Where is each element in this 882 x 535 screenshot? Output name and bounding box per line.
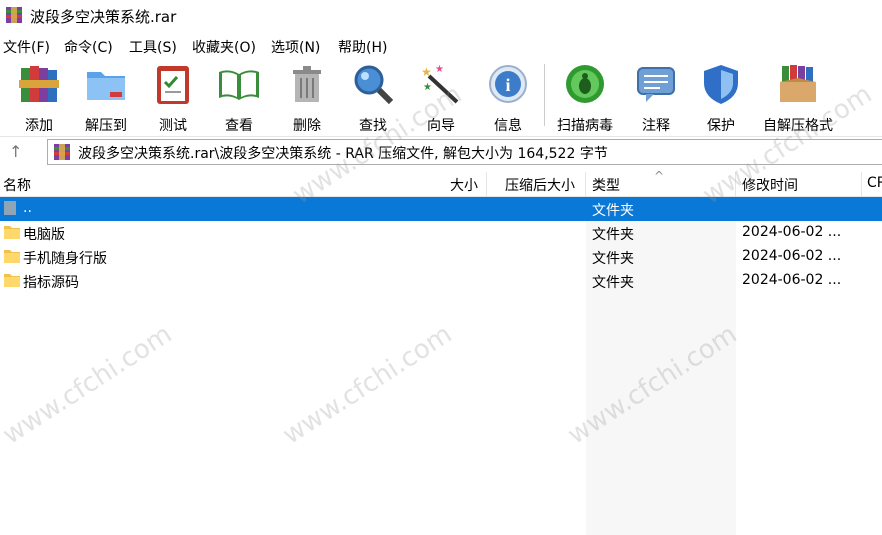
extract-to-label: 解压到: [85, 118, 127, 134]
file-modified: 2024-06-02 ...: [742, 248, 842, 264]
info-button[interactable]: i 信息: [486, 62, 530, 134]
info-label: 信息: [494, 118, 522, 134]
scan-virus-button[interactable]: 扫描病毒: [555, 62, 615, 134]
view-label: 查看: [225, 118, 253, 134]
open-book-icon: [219, 70, 259, 100]
svg-text:★: ★: [423, 82, 432, 93]
scan-virus-label: 扫描病毒: [557, 118, 613, 134]
file-modified: 2024-06-02 ...: [742, 224, 842, 240]
find-label: 查找: [359, 118, 387, 134]
comment-button[interactable]: 注释: [634, 62, 678, 134]
svg-text:★: ★: [421, 65, 432, 79]
bug-shield-icon: [566, 65, 604, 103]
column-modified[interactable]: 修改时间: [742, 175, 798, 195]
parent-folder-icon: [4, 201, 16, 215]
watermark: www.cfchi.com: [0, 319, 178, 451]
file-modified: 2024-06-02 ...: [742, 272, 842, 288]
wizard-label: 向导: [427, 118, 455, 134]
file-type: 文件夹: [592, 203, 634, 219]
file-name: 指标源码: [23, 275, 79, 291]
file-type: 文件夹: [592, 275, 634, 291]
file-type: 文件夹: [592, 251, 634, 267]
comment-label: 注释: [642, 118, 670, 134]
folder-extract-icon: [87, 72, 125, 100]
menu-favorites[interactable]: 收藏夹(O): [192, 37, 256, 57]
extract-to-button[interactable]: 解压到: [82, 62, 130, 134]
column-type[interactable]: 类型: [592, 175, 620, 195]
folder-icon: [4, 226, 20, 239]
svg-text:i: i: [505, 75, 510, 95]
sfx-button[interactable]: 自解压格式: [759, 62, 837, 134]
address-field[interactable]: 波段多空决策系统.rar\波段多空决策系统 - RAR 压缩文件, 解包大小为 …: [47, 139, 882, 165]
speech-bubble-icon: [637, 67, 675, 102]
column-divider[interactable]: [861, 172, 862, 196]
view-button[interactable]: 查看: [214, 62, 264, 134]
column-size[interactable]: 大小: [450, 175, 478, 195]
address-bar: ↑ 波段多空决策系统.rar\波段多空决策系统 - RAR 压缩文件, 解包大小…: [0, 136, 882, 167]
column-header: 名称 大小 压缩后大小 类型 ^ 修改时间 CR: [0, 169, 882, 197]
delete-label: 删除: [293, 118, 321, 134]
list-item[interactable]: 电脑版 文件夹 2024-06-02 ...: [0, 221, 882, 245]
title-bar: 波段多空决策系统.rar: [0, 0, 882, 32]
svg-text:★: ★: [435, 64, 444, 75]
winrar-icon: [54, 144, 70, 160]
add-button[interactable]: 添加: [17, 62, 61, 134]
clipboard-check-icon: [157, 66, 189, 104]
menu-tools[interactable]: 工具(S): [129, 37, 177, 57]
protect-label: 保护: [707, 118, 735, 134]
file-name: ..: [23, 200, 32, 216]
trash-can-icon: [293, 66, 321, 102]
column-divider[interactable]: [735, 172, 736, 196]
menu-options[interactable]: 选项(N): [271, 37, 320, 57]
column-divider[interactable]: [585, 172, 586, 196]
wizard-button[interactable]: ★ ★ ★ 向导: [419, 62, 463, 134]
archive-books-icon: [19, 66, 59, 102]
column-name[interactable]: 名称: [3, 175, 31, 195]
menu-file[interactable]: 文件(F): [3, 37, 50, 57]
magnifier-icon: [354, 65, 394, 105]
window-title: 波段多空决策系统.rar: [30, 8, 177, 26]
protect-button[interactable]: 保护: [699, 62, 743, 134]
add-label: 添加: [25, 118, 53, 134]
up-arrow-icon[interactable]: ↑: [9, 142, 22, 161]
list-item[interactable]: 指标源码 文件夹 2024-06-02 ...: [0, 269, 882, 293]
sort-ascending-icon: ^: [654, 169, 665, 183]
column-divider[interactable]: [486, 172, 487, 196]
folder-icon: [4, 274, 20, 287]
file-name: 手机随身行版: [23, 251, 107, 267]
toolbar-separator: [544, 64, 545, 126]
sfx-label: 自解压格式: [763, 118, 833, 134]
file-type: 文件夹: [592, 227, 634, 243]
box-archive-icon: [780, 65, 816, 102]
test-button[interactable]: 测试: [151, 62, 195, 134]
watermark: www.cfchi.com: [277, 319, 458, 451]
menu-bar: 文件(F) 命令(C) 工具(S) 收藏夹(O) 选项(N) 帮助(H): [0, 34, 882, 58]
shield-icon: [704, 65, 738, 104]
test-label: 测试: [159, 118, 187, 134]
menu-help[interactable]: 帮助(H): [338, 37, 387, 57]
info-icon: i: [489, 65, 527, 103]
find-button[interactable]: 查找: [351, 62, 395, 134]
menu-command[interactable]: 命令(C): [64, 37, 113, 57]
toolbar: 添加 解压到 测试 查看 删除 查找 ★ ★ ★ 向导 i 信息 扫描病毒 注释…: [0, 58, 882, 134]
column-crc[interactable]: CR: [867, 175, 882, 191]
file-name: 电脑版: [23, 227, 65, 243]
column-packed[interactable]: 压缩后大小: [505, 175, 575, 195]
address-path: 波段多空决策系统.rar\波段多空决策系统 - RAR 压缩文件, 解包大小为 …: [78, 146, 608, 162]
folder-icon: [4, 250, 20, 263]
list-item-parent[interactable]: .. 文件夹: [0, 197, 882, 221]
winrar-icon: [6, 7, 22, 23]
magic-wand-icon: ★ ★★: [421, 64, 459, 104]
delete-button[interactable]: 删除: [285, 62, 329, 134]
list-item[interactable]: 手机随身行版 文件夹 2024-06-02 ...: [0, 245, 882, 269]
